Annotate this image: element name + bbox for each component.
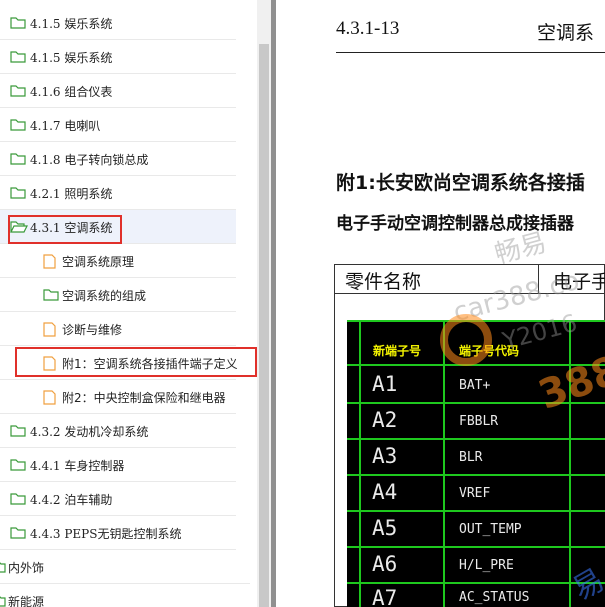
grid-line bbox=[347, 438, 605, 440]
grid-line bbox=[347, 402, 605, 404]
tree-scrollbar-thumb[interactable] bbox=[259, 44, 269, 607]
pin-number: A4 bbox=[372, 480, 398, 504]
grid-line bbox=[569, 320, 571, 607]
part-name-label: 零件名称 bbox=[345, 271, 422, 293]
grid-line bbox=[347, 320, 605, 322]
pin-number: A6 bbox=[372, 552, 398, 576]
document-icon bbox=[43, 322, 56, 337]
grid-line bbox=[347, 364, 605, 366]
tree-item-body-controller[interactable]: 4.4.1 车身控制器 bbox=[0, 448, 236, 482]
folder-icon bbox=[10, 493, 26, 505]
grid-line bbox=[347, 474, 605, 476]
column-header-pin-code: 端子号代码 bbox=[459, 344, 520, 358]
pin-number: A7 bbox=[372, 586, 398, 607]
folder-icon bbox=[10, 119, 26, 131]
document-icon bbox=[43, 390, 56, 405]
document-icon bbox=[43, 254, 56, 269]
pin-signal: VREF bbox=[459, 486, 491, 501]
tree-item-interior-exterior[interactable]: 内外饰 bbox=[0, 550, 250, 584]
tree-item-instrument-cluster[interactable]: 4.1.6 组合仪表 bbox=[0, 74, 236, 108]
folder-icon bbox=[10, 51, 26, 63]
header-rule bbox=[336, 52, 605, 53]
tree-item-lighting[interactable]: 4.2.1 照明系统 bbox=[0, 176, 236, 210]
pin-number: A5 bbox=[372, 516, 398, 540]
document-view: 4.3.1-13 空调系 附1:长安欧尚空调系统各接插 电子手动空调控制器总成接… bbox=[276, 0, 605, 607]
tree-item-horn[interactable]: 4.1.7 电喇叭 bbox=[0, 108, 236, 142]
grid-line bbox=[347, 546, 605, 548]
tree-item-new-energy[interactable]: 新能源 bbox=[0, 584, 250, 607]
tree-item-ac-components[interactable]: 空调系统的组成 bbox=[0, 278, 236, 312]
section-heading: 附1:长安欧尚空调系统各接插 bbox=[336, 172, 585, 194]
table-column-rule bbox=[538, 264, 539, 294]
folder-icon bbox=[10, 187, 26, 199]
tree-item-engine-cooling[interactable]: 4.3.2 发动机冷却系统 bbox=[0, 414, 236, 448]
folder-icon bbox=[0, 562, 6, 573]
highlight-box-appendix-1 bbox=[15, 347, 257, 377]
tree-item-entertainment-2[interactable]: 4.1.5 娱乐系统 bbox=[0, 40, 236, 74]
page-header-title: 空调系 bbox=[537, 22, 595, 44]
page-number: 4.3.1-13 bbox=[336, 18, 400, 39]
folder-icon bbox=[43, 289, 59, 301]
pin-definition-table: 新端子号 端子号代码 A1 BAT+ A2 FBBLR A3 BLR A4 VR… bbox=[347, 320, 605, 607]
folder-icon bbox=[10, 459, 26, 471]
pin-signal: BAT+ bbox=[459, 378, 491, 393]
tree-item-diagnosis[interactable]: 诊断与维修 bbox=[0, 312, 236, 346]
folder-icon bbox=[10, 153, 26, 165]
tree-item-parking-assist[interactable]: 4.4.2 泊车辅助 bbox=[0, 482, 236, 516]
subsection-heading: 电子手动空调控制器总成接插器 bbox=[336, 214, 574, 234]
pin-signal: H/L_PRE bbox=[459, 558, 514, 573]
folder-icon bbox=[10, 17, 26, 29]
grid-line bbox=[443, 320, 445, 607]
folder-icon bbox=[10, 85, 26, 97]
pin-signal: AC_STATUS bbox=[459, 590, 530, 605]
tree-item-peps[interactable]: 4.4.3 PEPS无钥匙控制系统 bbox=[0, 516, 236, 550]
pin-signal: FBBLR bbox=[459, 414, 499, 429]
bookmark-tree: 4.1.5 娱乐系统 4.1.5 娱乐系统 4.1.6 组合仪表 4.1.7 电… bbox=[0, 0, 257, 607]
pin-signal: BLR bbox=[459, 450, 483, 465]
pin-number: A3 bbox=[372, 444, 398, 468]
tree-item-ac-principle[interactable]: 空调系统原理 bbox=[0, 244, 236, 278]
pin-number: A2 bbox=[372, 408, 398, 432]
tree-item-steering-lock[interactable]: 4.1.8 电子转向锁总成 bbox=[0, 142, 236, 176]
grid-line bbox=[347, 510, 605, 512]
grid-line bbox=[359, 320, 361, 607]
pin-number: A1 bbox=[372, 372, 398, 396]
folder-icon bbox=[10, 425, 26, 437]
pin-signal: OUT_TEMP bbox=[459, 522, 522, 537]
tree-item-entertainment-1[interactable]: 4.1.5 娱乐系统 bbox=[0, 6, 236, 40]
column-header-new-pin: 新端子号 bbox=[373, 344, 422, 358]
folder-icon bbox=[10, 527, 26, 539]
highlight-box-ac-system bbox=[8, 215, 122, 244]
tree-item-appendix-2[interactable]: 附2：中央控制盒保险和继电器 bbox=[0, 380, 236, 414]
part-name-value: 电子手 bbox=[553, 271, 605, 293]
folder-icon bbox=[0, 596, 6, 607]
grid-line bbox=[347, 582, 605, 584]
